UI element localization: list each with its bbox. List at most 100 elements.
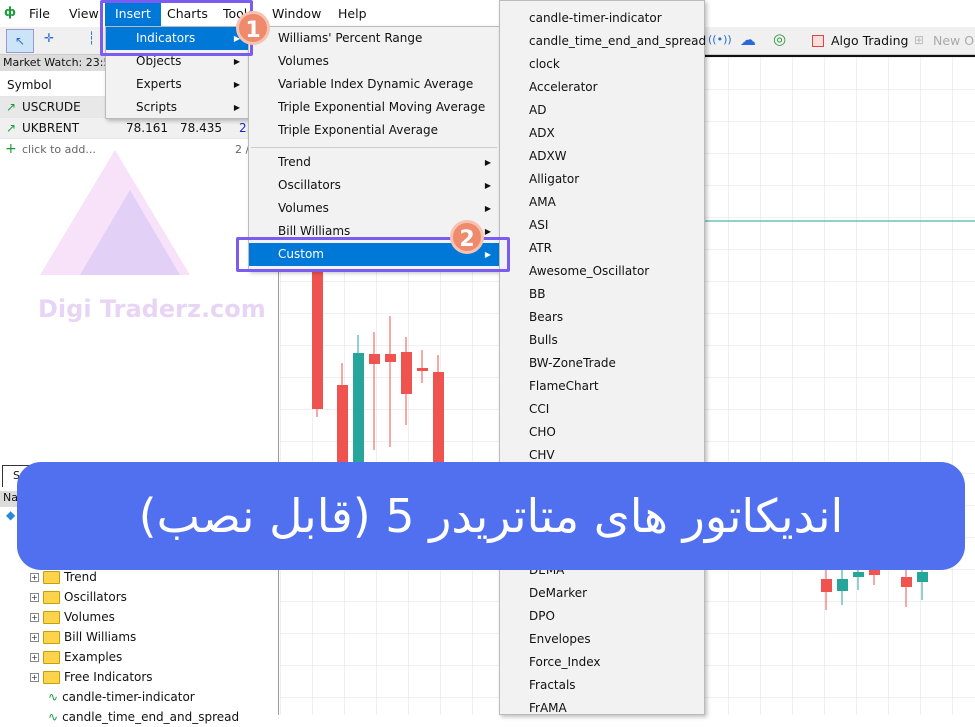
folder-icon (43, 570, 60, 584)
crosshair-icon[interactable]: ✛ (44, 31, 54, 45)
menu-window[interactable]: Window (272, 6, 321, 21)
menu-item-recent[interactable]: Volumes (249, 50, 499, 73)
menu-view[interactable]: View (69, 6, 99, 21)
menu-item-recent[interactable]: Triple Exponential Average (249, 119, 499, 142)
vertical-line-icon[interactable]: ┆ (88, 31, 95, 45)
candle-body (369, 354, 380, 364)
title-banner: اندیکاتور های متاتریدر 5 (قابل نصب) (17, 462, 965, 570)
vps-add-icon[interactable]: ◎ (773, 30, 786, 48)
menu-item-recent[interactable]: Variable Index Dynamic Average (249, 73, 499, 96)
cloud-icon[interactable]: ☁ (740, 30, 756, 49)
menu-item-custom-indicator[interactable]: Bulls (500, 329, 704, 352)
menu-item-custom-indicator[interactable]: ADX (500, 122, 704, 145)
menu-item-custom-indicator[interactable]: BB (500, 283, 704, 306)
menu-item-label: Experts (136, 77, 182, 91)
menu-item-custom-indicator[interactable]: clock (500, 53, 704, 76)
step-2-badge: 2 (450, 220, 484, 254)
cursor-icon[interactable]: ↖ (6, 29, 34, 53)
app-logo-icon: ф (4, 5, 16, 19)
menu-item-label: Volumes (278, 201, 329, 215)
tree-folder-volumes[interactable]: + Volumes (30, 607, 115, 627)
menu-item-custom-indicator[interactable]: AMA (500, 191, 704, 214)
menu-item-custom-indicator[interactable]: FrAMA (500, 697, 704, 720)
tree-label: Oscillators (64, 590, 127, 604)
menu-item-custom-indicator[interactable]: BW-ZoneTrade (500, 352, 704, 375)
menu-item-custom-indicator[interactable]: ADXW (500, 145, 704, 168)
menu-separator (251, 147, 497, 148)
tree-folder-bill-williams[interactable]: + Bill Williams (30, 627, 136, 647)
expand-icon[interactable]: + (30, 572, 39, 582)
indicator-icon: ∿ (48, 690, 59, 704)
indicator-icon: ∿ (48, 710, 59, 724)
menu-item-label: Bill Williams (278, 224, 351, 238)
menu-item-label: Trend (278, 155, 311, 169)
candle-body (337, 385, 348, 473)
tree-folder-oscillators[interactable]: + Oscillators (30, 587, 127, 607)
signal-icon[interactable]: ((•)) (708, 33, 732, 46)
tree-folder-trend[interactable]: + Trend (30, 567, 97, 587)
menu-item-experts[interactable]: Experts ▶ (106, 73, 248, 96)
menu-file[interactable]: File (29, 6, 50, 21)
menu-item-custom-indicator[interactable]: AD (500, 99, 704, 122)
tree-label: Trend (64, 570, 97, 584)
plus-icon: + (5, 141, 17, 157)
menu-item-custom-indicator[interactable]: Awesome_Oscillator (500, 260, 704, 283)
tree-folder-free-indicators[interactable]: + Free Indicators (30, 667, 153, 687)
folder-icon (43, 610, 60, 624)
left-panel: Market Watch: 23:59 Symbol ↗ USCRUDE ↗ U… (0, 55, 279, 724)
menu-item-oscillators[interactable]: Oscillators ▶ (249, 174, 499, 197)
menu-item-custom-indicator[interactable]: candle-timer-indicator (500, 7, 704, 30)
tree-indicator[interactable]: ∿ candle-timer-indicator (48, 687, 195, 707)
tree-label: candle_time_end_and_spread (62, 710, 240, 724)
menu-item-custom-indicator[interactable]: Bears (500, 306, 704, 329)
expand-icon[interactable]: + (30, 612, 39, 622)
menu-item-custom-indicator[interactable]: CCI (500, 398, 704, 421)
menu-item-custom-indicator[interactable]: CHO (500, 421, 704, 444)
new-order-button[interactable]: New Or (933, 33, 975, 48)
menu-item-custom-indicator[interactable]: Accelerator (500, 76, 704, 99)
expand-icon[interactable]: + (30, 652, 39, 662)
menu-item-custom-indicator[interactable]: DPO (500, 605, 704, 628)
candle-body (401, 352, 412, 394)
menu-item-label: Oscillators (278, 178, 341, 192)
step-1-badge: 1 (236, 11, 270, 45)
expand-icon[interactable]: + (30, 632, 39, 642)
menu-item-custom-indicator[interactable]: ASI (500, 214, 704, 237)
ask-value: 78.435 (180, 121, 222, 135)
candle-body (385, 354, 396, 362)
tree-label: candle-timer-indicator (62, 690, 195, 704)
algo-trading-button[interactable]: Algo Trading (831, 33, 908, 48)
table-row[interactable]: ↗ UKBRENT 78.161 78.435 2. (0, 118, 279, 139)
expand-icon[interactable]: + (30, 672, 39, 682)
menu-item-custom-indicator[interactable]: Force_Index (500, 651, 704, 674)
menu-item-custom-indicator[interactable]: DeMarker (500, 582, 704, 605)
candle-body (417, 368, 428, 371)
candle-body (353, 353, 364, 467)
menu-item-custom-indicator[interactable]: ATR (500, 237, 704, 260)
up-arrow-icon: ↗ (6, 121, 17, 135)
menu-item-custom-indicator[interactable]: candle_time_end_and_spread (500, 30, 706, 53)
chevron-right-icon: ▶ (484, 204, 491, 213)
symbol-name: UKBRENT (22, 121, 80, 135)
navigator-root-icon: ◆ (6, 508, 16, 522)
menu-item-recent[interactable]: Williams' Percent Range (249, 27, 499, 50)
new-order-icon: ⊞ (914, 33, 925, 47)
tree-label: Free Indicators (64, 670, 153, 684)
menu-item-custom-indicator[interactable]: Alligator (500, 168, 704, 191)
menu-item-custom-indicator[interactable]: Envelopes (500, 628, 704, 651)
menu-item-custom-indicator[interactable]: FlameChart (500, 375, 704, 398)
menu-item-volumes[interactable]: Volumes ▶ (249, 197, 499, 220)
candle-body (853, 572, 864, 577)
menu-item-recent[interactable]: Triple Exponential Moving Average (249, 96, 499, 119)
menu-help[interactable]: Help (338, 6, 367, 21)
menu-item-scripts[interactable]: Scripts ▶ (106, 96, 248, 119)
menu-item-custom-indicator[interactable]: Fractals (500, 674, 704, 697)
step-1-highlight (100, 0, 253, 56)
tree-folder-examples[interactable]: + Examples (30, 647, 122, 667)
tree-indicator[interactable]: ∿ candle_time_end_and_spread (48, 707, 239, 727)
chevron-right-icon: ▶ (233, 80, 240, 89)
watermark-text: Digi Traderz.com (38, 295, 266, 323)
menu-item-trend[interactable]: Trend ▶ (249, 151, 499, 174)
algo-trading-icon (812, 35, 824, 47)
expand-icon[interactable]: + (30, 592, 39, 602)
